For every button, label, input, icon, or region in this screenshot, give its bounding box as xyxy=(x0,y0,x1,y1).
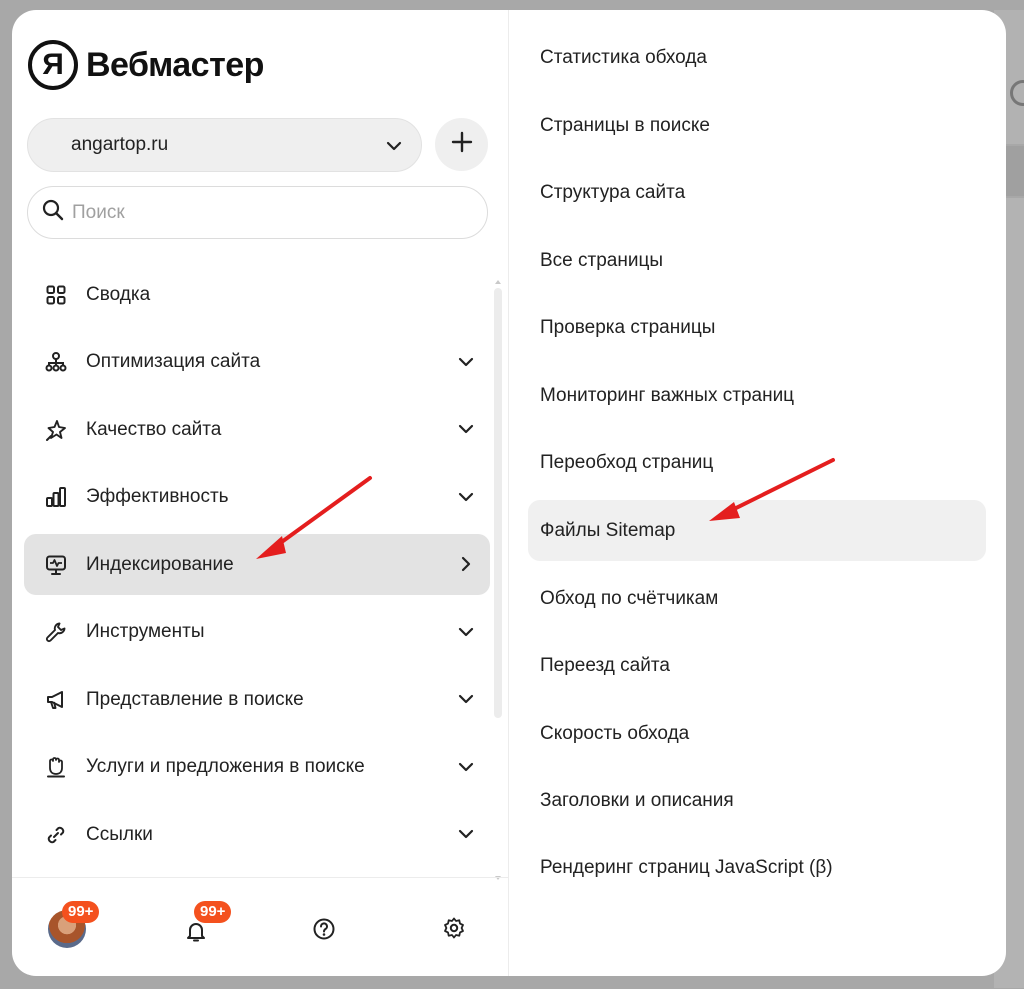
nav-item-label: Оптимизация сайта xyxy=(86,351,261,372)
nav-item-quality[interactable]: Качество сайта xyxy=(24,399,490,460)
megaphone-icon xyxy=(44,688,68,712)
navigation-panel: Я Вебмастер angartop.ru Поиск Сводка Опт… xyxy=(12,10,1006,976)
submenu-item[interactable]: Рендеринг страниц JavaScript (β) xyxy=(528,837,986,898)
sparkle-star-icon xyxy=(44,418,68,442)
search-input[interactable] xyxy=(72,201,452,224)
webmaster-logo[interactable]: Я Вебмастер xyxy=(28,40,264,90)
nav-item-efficiency[interactable]: Эффективность xyxy=(24,467,490,528)
scroll-up-arrow[interactable] xyxy=(495,280,501,284)
submenu-item[interactable]: Переобход страниц xyxy=(528,432,986,493)
nav-item-label: Представление в поиске xyxy=(86,688,304,710)
nav-item-label: Ссылки xyxy=(86,823,153,845)
nav-item-optimization[interactable]: Оптимизация сайта xyxy=(24,332,490,393)
submenu-item[interactable]: Структура сайта xyxy=(528,162,986,223)
notifications-badge: 99+ xyxy=(194,901,232,923)
nav-item-label: Индексирование xyxy=(86,553,234,575)
nav-item-label: Инструменты xyxy=(86,621,205,642)
submenu-item[interactable]: Мониторинг важных страниц xyxy=(528,365,986,426)
bar-chart-icon xyxy=(44,485,68,509)
search-box[interactable] xyxy=(27,186,488,239)
nav-item-label: Эффективность xyxy=(86,486,229,507)
help-icon xyxy=(312,918,336,945)
submenu-item[interactable]: Заголовки и описания xyxy=(528,770,986,831)
nav-item-services[interactable]: Услуги и предложения в поиске xyxy=(24,737,490,798)
scrollbar-thumb[interactable] xyxy=(494,288,502,718)
submenu-item[interactable]: Переезд сайта xyxy=(528,635,986,696)
help-button[interactable] xyxy=(312,917,336,946)
sitemap-icon xyxy=(44,350,68,374)
profile-badge: 99+ xyxy=(62,901,100,923)
submenu-item[interactable]: Проверка страницы xyxy=(528,297,986,358)
gear-icon xyxy=(442,917,466,944)
main-menu-column: Я Вебмастер angartop.ru Поиск Сводка Опт… xyxy=(12,10,509,976)
hand-icon xyxy=(44,755,68,779)
chevron-down-icon xyxy=(458,624,474,645)
wrench-icon xyxy=(44,620,68,644)
monitor-pulse-icon xyxy=(44,553,68,577)
search-icon xyxy=(42,199,64,226)
settings-button[interactable] xyxy=(442,916,466,945)
nav-scrollbar[interactable] xyxy=(493,280,503,880)
submenu-item-sitemap-files[interactable]: Файлы Sitemap xyxy=(528,500,986,561)
main-nav: Сводка Оптимизация сайта Качество сайта xyxy=(24,264,490,872)
grid-icon xyxy=(44,283,68,307)
nav-item-label: Качество сайта xyxy=(86,418,222,440)
footer-toolbar: 99+ 99+ xyxy=(12,877,509,976)
chevron-down-icon xyxy=(458,489,474,510)
nav-item-summary[interactable]: Сводка xyxy=(24,264,490,325)
chevron-down-icon xyxy=(458,354,474,375)
add-site-button[interactable] xyxy=(435,118,488,171)
nav-item-tools[interactable]: Инструменты xyxy=(24,602,490,663)
plus-icon xyxy=(451,131,473,158)
submenu-item[interactable]: Страницы в поиске xyxy=(528,95,986,156)
submenu-item[interactable]: Скорость обхода xyxy=(528,703,986,764)
nav-item-links[interactable]: Ссылки xyxy=(24,804,490,865)
chevron-down-icon xyxy=(385,137,403,160)
chevron-right-icon xyxy=(458,556,474,577)
submenu-item[interactable]: Обход по счётчикам xyxy=(528,568,986,629)
nav-item-label: Услуги и предложения в поиске xyxy=(86,756,365,777)
notifications-button[interactable] xyxy=(184,919,208,948)
chevron-down-icon xyxy=(458,759,474,780)
submenu-item[interactable]: Статистика обхода xyxy=(528,27,986,88)
logo-text: Вебмастер xyxy=(86,45,264,84)
site-selector[interactable]: angartop.ru xyxy=(27,118,422,172)
submenu-item[interactable]: Все страницы xyxy=(528,230,986,291)
submenu-column: Статистика обхода Страницы в поиске Стру… xyxy=(510,10,1006,976)
bell-icon xyxy=(184,923,208,947)
chevron-down-icon xyxy=(458,826,474,847)
chevron-down-icon xyxy=(458,691,474,712)
nav-item-indexing[interactable]: Индексирование xyxy=(24,534,490,595)
yandex-logo-mark: Я xyxy=(28,40,78,90)
site-selector-value: angartop.ru xyxy=(71,134,169,155)
chevron-down-icon xyxy=(458,421,474,442)
nav-item-search-appearance[interactable]: Представление в поиске xyxy=(24,669,490,730)
nav-item-label: Сводка xyxy=(86,283,151,305)
link-icon xyxy=(44,823,68,847)
